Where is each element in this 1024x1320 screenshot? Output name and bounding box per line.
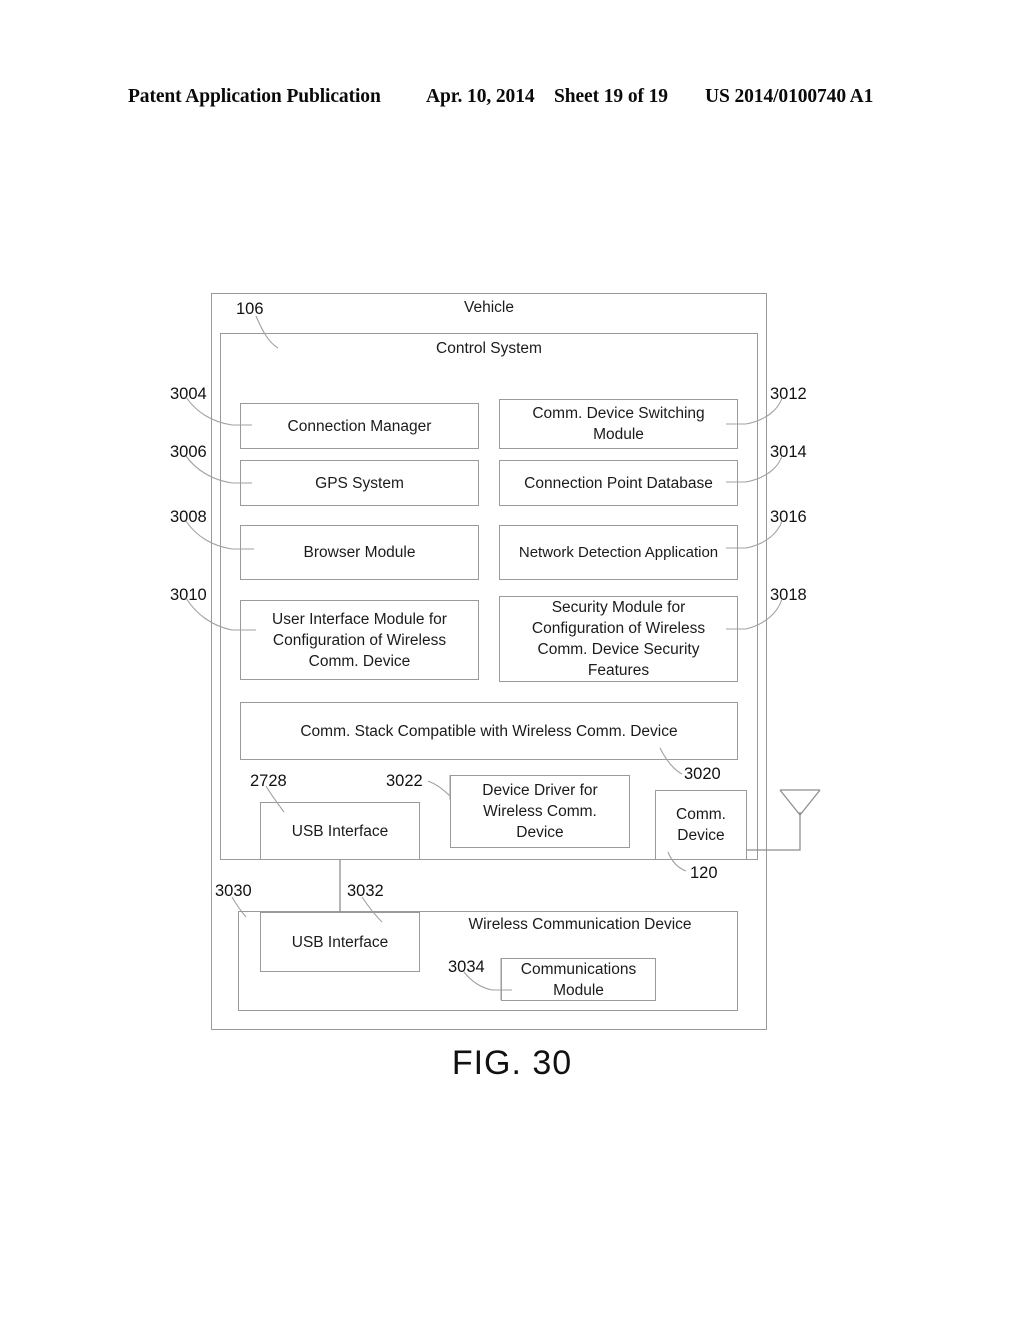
ref-3018: 3018 [770, 586, 807, 604]
antenna-symbol [779, 789, 821, 817]
usb-interface-bottom-label: USB Interface [291, 933, 389, 951]
wireless-comm-device-title: Wireless Communication Device [468, 916, 692, 933]
comm-stack-label: Comm. Stack Compatible with Wireless Com… [300, 722, 678, 740]
module-label-comm-device-switching-module: Comm. Device Switching Module [532, 405, 705, 443]
module-label-user-interface-module: User Interface Module for Configuration … [272, 610, 447, 670]
ref-3022: 3022 [386, 772, 423, 790]
ref-3020: 3020 [684, 765, 721, 783]
ref-3004: 3004 [170, 385, 207, 403]
device-driver-label: Device Driver for Wireless Comm. Device [482, 782, 598, 841]
ref-3032: 3032 [347, 882, 384, 900]
ref-120: 120 [690, 864, 718, 882]
ref-3014: 3014 [770, 443, 807, 461]
usb-interface-top-label: USB Interface [291, 822, 389, 840]
ref-106: 106 [236, 300, 264, 318]
module-label-network-detection-application: Network Detection Application [518, 544, 719, 561]
ref-3010: 3010 [170, 586, 207, 604]
module-label-gps-system: GPS System [315, 474, 404, 492]
ref-3012: 3012 [770, 385, 807, 403]
ref-3006: 3006 [170, 443, 207, 461]
ref-2728: 2728 [250, 772, 287, 790]
ref-3008: 3008 [170, 508, 207, 526]
vehicle-title: Vehicle [464, 299, 514, 316]
comm-device-label: Comm. Device [676, 806, 726, 844]
ref-3030: 3030 [215, 882, 252, 900]
module-label-connection-point-database: Connection Point Database [524, 474, 713, 492]
module-label-security-module: Security Module for Configuration of Wir… [531, 599, 706, 679]
module-label-browser-module: Browser Module [303, 544, 416, 561]
control-system-title: Control System [436, 340, 542, 357]
module-label-connection-manager: Connection Manager [287, 417, 432, 435]
ref-3016: 3016 [770, 508, 807, 526]
ref-3034: 3034 [448, 958, 485, 976]
communications-module-label: Communications Module [520, 960, 637, 999]
figure-caption: FIG. 30 [451, 1044, 573, 1082]
figure-30-diagram: Vehicle 106 Control System Connection Ma… [0, 0, 1024, 1320]
